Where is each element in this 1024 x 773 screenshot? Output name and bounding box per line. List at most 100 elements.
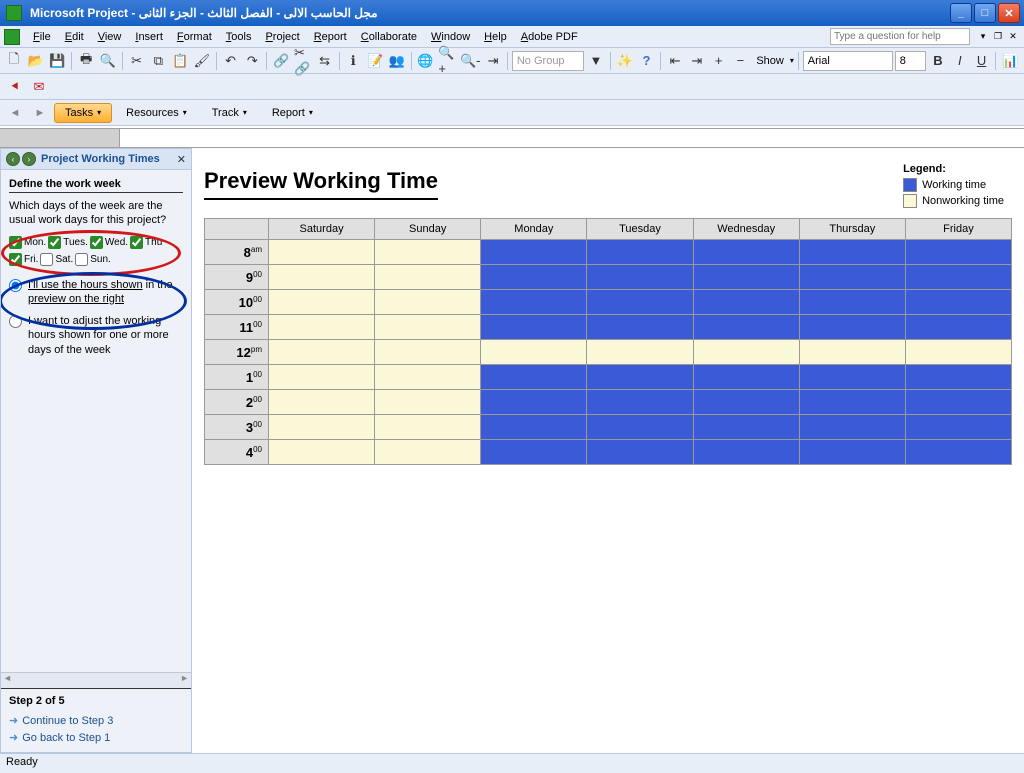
day-header: Wednesday (693, 219, 799, 240)
print-preview-icon[interactable]: 🔍 (98, 50, 118, 72)
menu-view[interactable]: View (91, 29, 129, 45)
minimize-button[interactable]: _ (950, 3, 972, 23)
menu-report[interactable]: Report (307, 29, 354, 45)
calendar-cell (905, 390, 1011, 415)
menu-insert[interactable]: Insert (128, 29, 170, 45)
menu-help[interactable]: Help (477, 29, 514, 45)
time-label: 1000 (205, 290, 269, 315)
publish-icon[interactable]: 🌐 (416, 50, 436, 72)
assign-resources-icon[interactable]: 👥 (387, 50, 407, 72)
day-checkbox-sun[interactable]: Sun. (75, 253, 111, 266)
panel-scrollbar[interactable]: ◄► (1, 672, 191, 688)
group-dropdown[interactable]: No Group (512, 51, 584, 71)
continue-link[interactable]: ➜Continue to Step 3 (9, 712, 183, 729)
task-notes-icon[interactable]: 📝 (365, 50, 385, 72)
tab-resources[interactable]: Resources▾ (115, 103, 198, 123)
pdf-icon[interactable]: ⯇ (4, 76, 26, 98)
day-header: Tuesday (587, 219, 693, 240)
copy-icon[interactable]: ⧉ (148, 50, 168, 72)
print-icon[interactable]: 🖶 (76, 50, 96, 72)
calendar-cell (269, 290, 375, 315)
time-label: 900 (205, 265, 269, 290)
menu-file[interactable]: File (26, 29, 58, 45)
panel-forward-icon[interactable]: › (22, 152, 36, 166)
day-checkbox-wed[interactable]: Wed. (90, 236, 128, 249)
menu-edit[interactable]: Edit (58, 29, 91, 45)
calendar-cell (269, 440, 375, 465)
calendar-cell (693, 390, 799, 415)
split-task-icon[interactable]: ⇆ (315, 50, 335, 72)
menu-project[interactable]: Project (258, 29, 306, 45)
guide-forward-icon[interactable]: ► (29, 102, 51, 124)
underline-icon[interactable]: U (972, 50, 992, 72)
calendar-cell (693, 315, 799, 340)
radio-adjust-hours[interactable]: I want to adjust the working hours shown… (9, 314, 183, 357)
maximize-button[interactable]: □ (974, 3, 996, 23)
mdi-window-controls: ▾ ❐ ✕ (976, 30, 1020, 44)
open-icon[interactable]: 📂 (26, 50, 46, 72)
save-icon[interactable]: 💾 (48, 50, 68, 72)
zoom-in-icon[interactable]: 🔍+ (437, 50, 457, 72)
mdi-restore[interactable]: ❐ (991, 30, 1005, 44)
mdi-close[interactable]: ✕ (1006, 30, 1020, 44)
day-checkbox-thu[interactable]: Thu (130, 236, 162, 249)
hours-radio-group: I'll use the hours shown in the preview … (9, 278, 183, 357)
pdf-toolbar: ⯇ ✉ (0, 74, 1024, 100)
autofilter-icon[interactable]: ▼ (586, 50, 606, 72)
menu-window[interactable]: Window (424, 29, 477, 45)
undo-icon[interactable]: ↶ (221, 50, 241, 72)
redo-icon[interactable]: ↷ (242, 50, 262, 72)
radio-use-preview-hours[interactable]: I'll use the hours shown in the preview … (9, 278, 183, 307)
calendar-cell (481, 265, 587, 290)
wizard-icon[interactable]: ✨ (615, 50, 635, 72)
day-checkbox-tues[interactable]: Tues. (48, 236, 88, 249)
link-icon[interactable]: 🔗 (271, 50, 291, 72)
tab-track[interactable]: Track▾ (201, 103, 258, 123)
italic-icon[interactable]: I (950, 50, 970, 72)
guide-back-icon[interactable]: ◄ (4, 102, 26, 124)
day-checkbox-mon[interactable]: Mon. (9, 236, 46, 249)
menu-adobepdf[interactable]: Adobe PDF (514, 29, 585, 45)
outdent-icon[interactable]: ⇤ (665, 50, 685, 72)
calendar-cell (693, 415, 799, 440)
task-info-icon[interactable]: ℹ (343, 50, 363, 72)
gantt-wizard-icon[interactable]: 📊 (1000, 50, 1020, 72)
tab-tasks[interactable]: Tasks▾ (54, 103, 112, 123)
font-dropdown[interactable]: Arial (803, 51, 893, 71)
step-indicator: Step 2 of 5 (9, 695, 183, 707)
help-icon[interactable]: ? (637, 50, 657, 72)
unlink-icon[interactable]: ✂🔗 (293, 50, 313, 72)
day-header: Friday (905, 219, 1011, 240)
time-label: 1100 (205, 315, 269, 340)
menu-collaborate[interactable]: Collaborate (354, 29, 424, 45)
bold-icon[interactable]: B (928, 50, 948, 72)
cut-icon[interactable]: ✂ (127, 50, 147, 72)
mdi-minimize[interactable]: ▾ (976, 30, 990, 44)
format-painter-icon[interactable]: 🖌 (192, 50, 212, 72)
show-subtasks-icon[interactable]: + (709, 50, 729, 72)
day-checkbox-sat[interactable]: Sat. (40, 253, 73, 266)
tab-report[interactable]: Report▾ (261, 103, 324, 123)
zoom-out-icon[interactable]: 🔍- (459, 50, 481, 72)
side-panel-close-icon[interactable]: ✕ (177, 153, 186, 166)
pdf-mail-icon[interactable]: ✉ (28, 76, 50, 98)
days-checkbox-group: Mon.Tues.Wed.Thu Fri.Sat.Sun. (9, 236, 183, 266)
calendar-cell (693, 365, 799, 390)
calendar-cell (269, 390, 375, 415)
new-icon[interactable]: 🗋 (4, 50, 24, 72)
show-label[interactable]: Show (752, 55, 788, 67)
menu-format[interactable]: Format (170, 29, 219, 45)
legend: Legend: Working time Nonworking time (903, 163, 1004, 210)
indent-icon[interactable]: ⇥ (687, 50, 707, 72)
panel-back-icon[interactable]: ‹ (6, 152, 20, 166)
font-size-dropdown[interactable]: 8 (895, 51, 926, 71)
calendar-cell (587, 240, 693, 265)
menu-tools[interactable]: Tools (219, 29, 259, 45)
close-button[interactable]: ✕ (998, 3, 1020, 23)
day-checkbox-fri[interactable]: Fri. (9, 253, 38, 266)
paste-icon[interactable]: 📋 (170, 50, 190, 72)
help-search-input[interactable] (830, 28, 970, 45)
hide-subtasks-icon[interactable]: − (731, 50, 751, 72)
goto-task-icon[interactable]: ⇥ (483, 50, 503, 72)
go-back-link[interactable]: ➜Go back to Step 1 (9, 729, 183, 746)
